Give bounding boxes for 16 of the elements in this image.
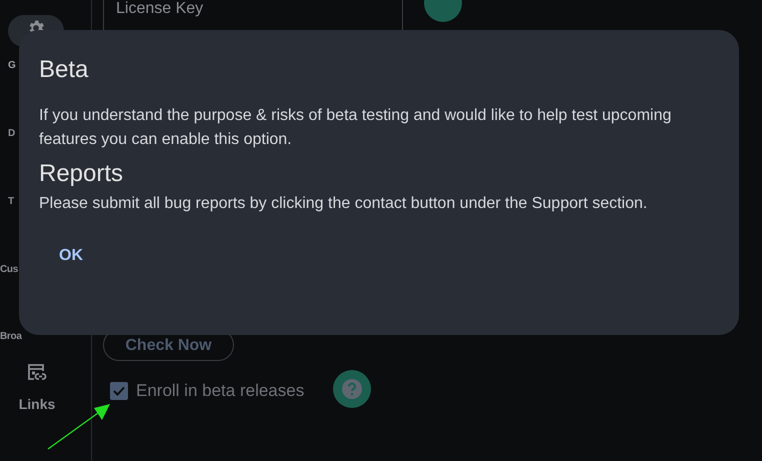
nav-label[interactable]: Links	[0, 394, 74, 415]
dialog-heading: Reports	[39, 159, 124, 189]
checkbox[interactable]	[110, 382, 128, 400]
dialog-text: Please submit all bug reports by clicking the contact button under the Support section.	[39, 194, 648, 214]
nav-label[interactable]: G	[8, 58, 16, 73]
help-button[interactable]	[333, 370, 371, 408]
checkbox-label[interactable]: Enroll in beta releases	[136, 378, 304, 404]
nav-label[interactable]: Cus	[0, 262, 18, 277]
dialog-heading: Beta	[39, 55, 90, 85]
ok-button[interactable]: OK	[39, 238, 103, 274]
help-icon	[341, 378, 363, 400]
links-icon	[26, 362, 48, 382]
nav-label[interactable]: D	[8, 126, 15, 141]
nav-label[interactable]: Broa	[0, 329, 22, 344]
dialog-text: If you understand the purpose & risks of beta testing and would like to help test upcoming features you can enable this option.	[39, 106, 672, 150]
nav-label[interactable]: T	[8, 194, 14, 209]
